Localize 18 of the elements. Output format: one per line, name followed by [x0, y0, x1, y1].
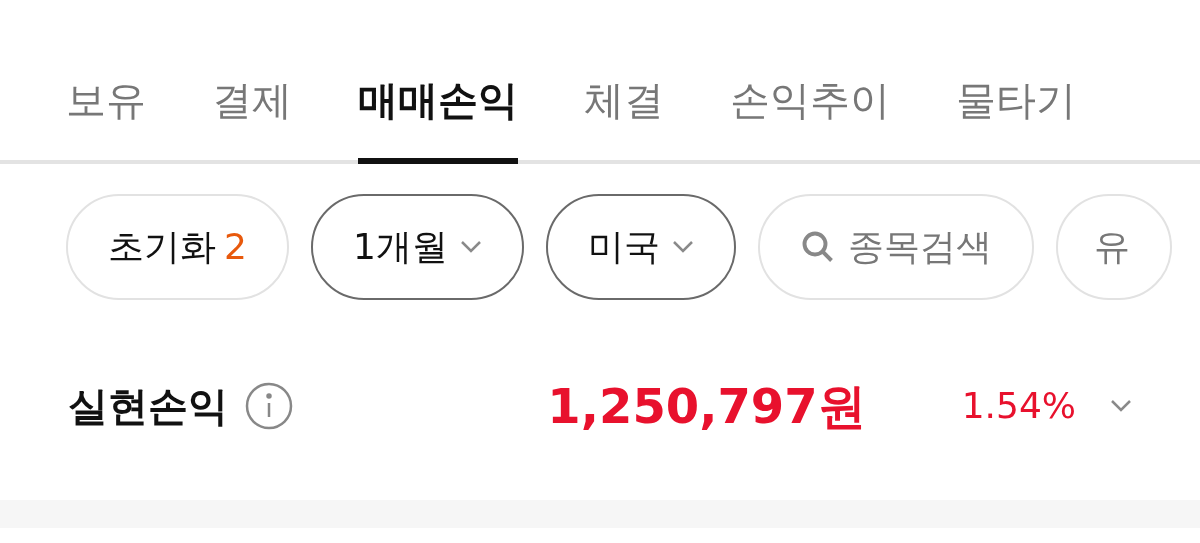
dropdown-button[interactable]: 1개월 — [310, 194, 524, 300]
dropdown-button[interactable]: 미국 — [545, 194, 736, 300]
tab[interactable]: 물타기 — [956, 70, 1076, 164]
filter-button[interactable]: 유 — [1055, 194, 1172, 300]
chevron-down-icon — [671, 240, 694, 254]
search-button[interactable]: 종목검색 — [757, 194, 1034, 300]
profit-percent: 1.54% — [961, 384, 1076, 428]
tab[interactable]: 결제 — [212, 70, 292, 164]
chevron-down-icon — [1110, 399, 1132, 413]
tab[interactable]: 보유 — [66, 70, 146, 164]
tab[interactable]: 손익추이 — [730, 70, 890, 164]
reset-button[interactable]: 초기화 2 — [66, 194, 289, 300]
profit-amount: 1,250,797원 — [547, 377, 866, 436]
chevron-down-icon — [459, 240, 482, 254]
tab[interactable]: 체결 — [584, 70, 664, 164]
info-icon[interactable] — [244, 381, 294, 431]
tab[interactable]: 매매손익 — [358, 70, 518, 164]
summary-label: 실현손익 — [68, 382, 228, 431]
